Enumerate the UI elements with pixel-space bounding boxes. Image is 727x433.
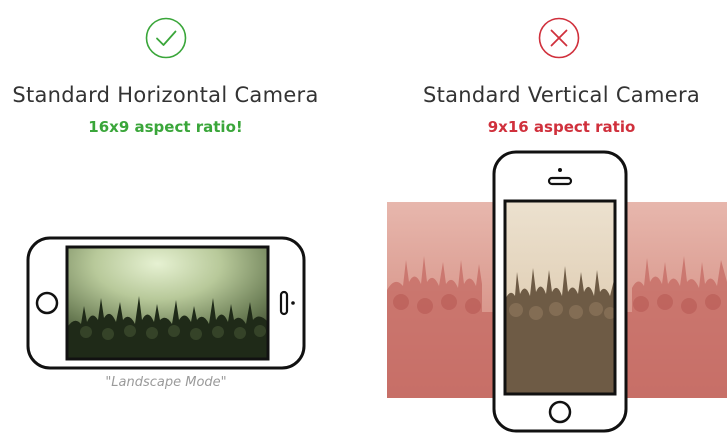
landscape-mode-caption: "Landscape Mode" xyxy=(105,375,227,390)
horizontal-aspect-ratio: 16x9 aspect ratio! xyxy=(88,118,243,136)
x-circle-icon xyxy=(537,16,581,60)
vertical-aspect-ratio: 9x16 aspect ratio xyxy=(487,118,636,136)
horizontal-phone xyxy=(26,236,306,370)
vertical-camera-title: Standard Vertical Camera xyxy=(422,83,701,107)
check-circle-icon xyxy=(144,16,188,60)
vertical-screen-crowd-image xyxy=(505,201,615,394)
vertical-phone xyxy=(492,150,628,433)
horizontal-camera-title: Standard Horizontal Camera xyxy=(12,83,319,107)
horizontal-screen-crowd-image xyxy=(67,247,268,359)
